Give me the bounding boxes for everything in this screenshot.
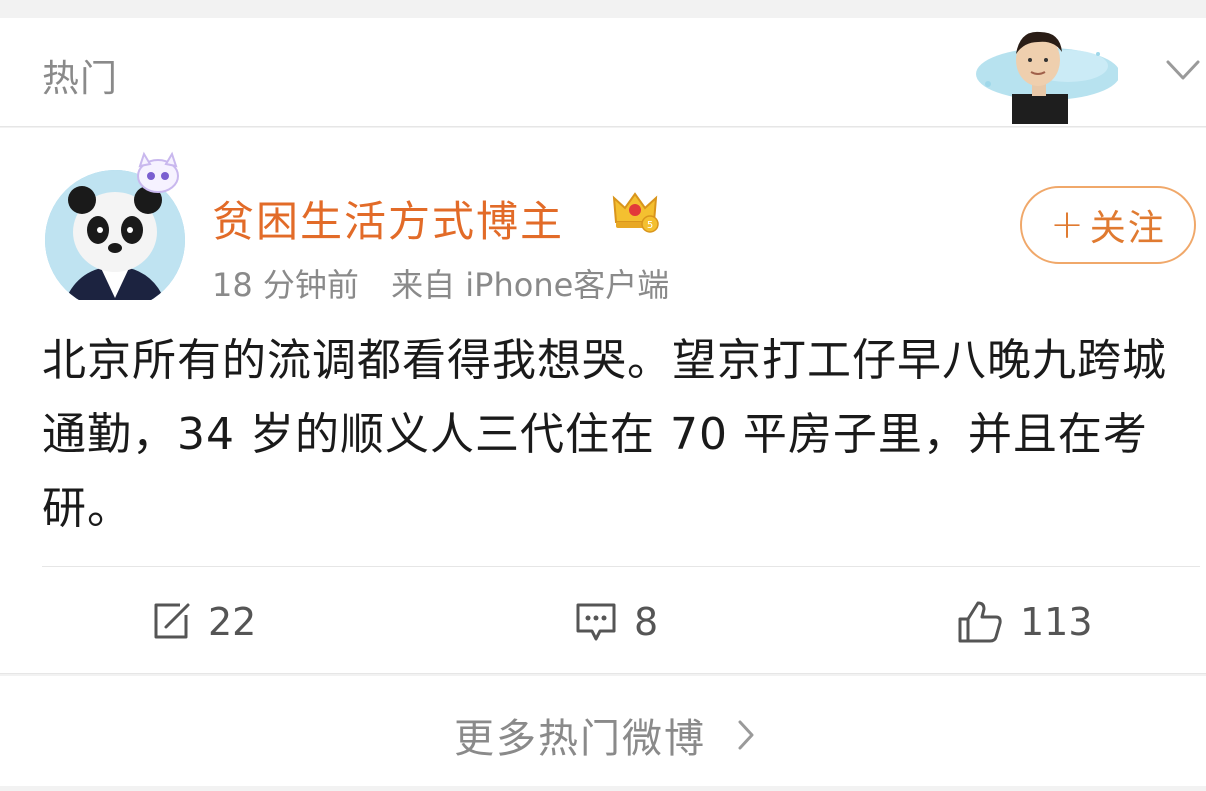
comment-icon (576, 603, 616, 641)
comment-button[interactable]: 8 (574, 594, 658, 650)
source-prefix: 来自 (391, 266, 456, 304)
more-hot-footer: 更多热门微博 (0, 676, 1206, 786)
username[interactable]: 贫困生活方式博主 (212, 188, 564, 249)
hot-section-header: 热门 (0, 18, 1206, 127)
divider (42, 566, 1200, 567)
repost-count: 22 (208, 600, 257, 644)
weibo-post-card: 贫困生活方式博主 5 + 关注 18 分钟前 来自 iPhone客户端 北京所有… (0, 128, 1206, 674)
follow-label: 关注 (1089, 208, 1166, 249)
post-time: 18 分钟前 (212, 266, 359, 304)
cat-pendant-icon (137, 151, 179, 193)
comment-count: 8 (634, 600, 659, 644)
source-suffix[interactable]: 客户端 (573, 266, 669, 304)
thumbs-up-icon (958, 601, 1002, 643)
like-button[interactable]: 113 (956, 594, 1093, 650)
post-body: 北京所有的流调都看得我想哭。望京打工仔早八晚九跨城通勤，34 岁的顺义人三代住在… (42, 335, 1167, 534)
repost-icon (154, 603, 190, 639)
post-meta: 18 分钟前 来自 iPhone客户端 (212, 260, 669, 306)
more-hot-label: 更多热门微博 (454, 716, 706, 762)
avatar[interactable] (40, 148, 190, 300)
section-title: 热门 (42, 57, 118, 100)
crown-vip-badge-icon: 5 (612, 192, 659, 233)
repost-button[interactable]: 22 (150, 594, 256, 650)
plus-icon: + (1050, 202, 1086, 248)
svg-text:5: 5 (647, 220, 653, 231)
celebrity-portrait-banner[interactable] (968, 24, 1118, 124)
source-app[interactable]: iPhone (465, 266, 573, 304)
chevron-right-icon (738, 720, 754, 750)
follow-button[interactable]: + 关注 (1020, 186, 1196, 264)
chevron-down-icon[interactable] (1164, 56, 1202, 84)
more-hot-weibo-link[interactable]: 更多热门微博 (454, 706, 756, 764)
like-count: 113 (1020, 600, 1093, 644)
